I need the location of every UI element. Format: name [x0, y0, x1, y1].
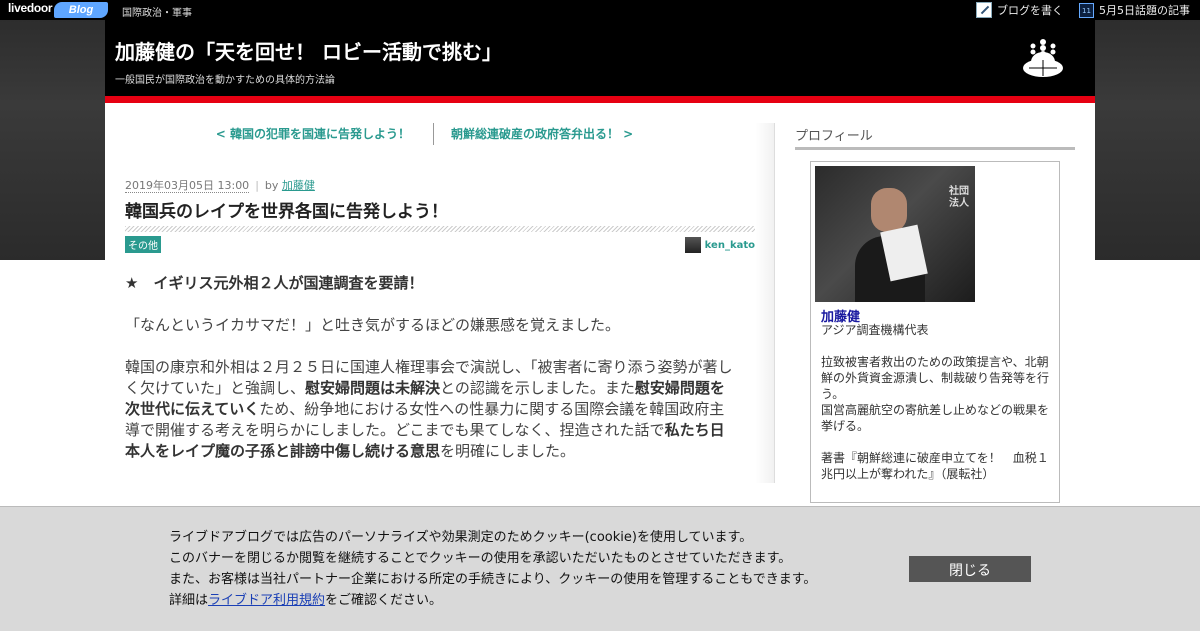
prev-article-link[interactable]: < 韓国の犯罪を国連に告発しよう！ — [216, 125, 410, 142]
post-paragraph-1: 「なんというイカサマだ！」と吐き気がするほどの嫌悪感を覚えました。 — [125, 316, 621, 334]
profile-bio-3: 著書『朝鮮総連に破産申立てを！ 血税１兆円以上が奪われた』（展転社） — [821, 451, 1049, 481]
pencil-icon — [976, 2, 992, 18]
trending-label: 5月5日話題の記事 — [1099, 4, 1190, 17]
blog-description: 一般国民が国際政治を動かすための具体的方法論 — [115, 75, 335, 86]
profile-box: 社団 法人 加藤健 アジア調査機構代表 拉致被害者救出のための政策提言や、北朝鮮… — [810, 161, 1060, 503]
topbar-category-link[interactable]: 国際政治・軍事 — [122, 4, 192, 19]
logo-blog-badge: Blog — [54, 2, 108, 18]
title-underline — [125, 226, 755, 232]
sidebar-profile-heading: プロフィール — [795, 129, 873, 144]
profile-bio-1: 拉致被害者救出のための政策提言や、北朝鮮の外貨資金源潰し、制裁破り告発等を行う。 — [821, 355, 1050, 401]
blog-header: 加藤健の「天を回せ！ ロビー活動で挑む」 一般国民が国際政治を動かすための具体的… — [105, 20, 1095, 96]
profile-text: アジア調査機構代表 拉致被害者救出のための政策提言や、北朝鮮の外貨資金源潰し、制… — [821, 322, 1049, 482]
post-author-link[interactable]: 加藤健 — [282, 179, 315, 192]
column-divider — [774, 123, 775, 483]
post-by: by — [264, 179, 279, 192]
next-article-link[interactable]: 朝鮮総連破産の政府答弁出る！ > — [451, 125, 633, 142]
post-title[interactable]: 韓国兵のレイプを世界各国に告発しよう！ — [125, 197, 448, 222]
author-badge[interactable]: ken_kato — [684, 237, 755, 253]
post-meta: 2019年03月05日 13:00 | by 加藤健 — [125, 179, 315, 193]
terms-link[interactable]: ライブドア利用規約 — [208, 593, 325, 608]
author-thumbnail — [684, 237, 701, 253]
cookie-banner: ライブドアブログでは広告のパーソナライズや効果測定のためクッキー(cookie)… — [0, 506, 1200, 631]
post-paragraph-2: 韓国の康京和外相は２月２５日に国連人権理事会で演説し、「被害者に寄り添う姿勢が著… — [125, 358, 733, 460]
header-red-bar — [105, 96, 1095, 103]
logo-livedoor-text: livedoor — [8, 1, 53, 15]
photo-sign-text: 社団 法人 — [949, 186, 969, 209]
cookie-line-2: このバナーを閉じるか閲覧を継続することでクッキーの使用を承認いただいたものとさせ… — [169, 551, 792, 566]
blog-title[interactable]: 加藤健の「天を回せ！ ロビー活動で挑む」 — [115, 36, 502, 65]
post-body: ★ イギリス元外相２人が国連調査を要請！ 「なんというイカサマだ！」と吐き気がす… — [125, 273, 737, 483]
trending-articles-link[interactable]: 11 5月5日話題の記事 — [1079, 2, 1190, 18]
post-heading: ★ イギリス元外相２人が国連調査を要請！ — [125, 274, 424, 292]
profile-photo[interactable]: 社団 法人 — [815, 166, 975, 302]
calendar-icon: 11 — [1079, 2, 1094, 18]
cookie-close-button[interactable]: 閉じる — [909, 556, 1031, 582]
paulownia-crest-icon — [1023, 39, 1063, 77]
profile-bio-2: 国営高麗航空の寄航差し止めなどの戦果を挙げる。 — [821, 403, 1050, 433]
author-id: ken_kato — [704, 239, 755, 251]
article-pager: < 韓国の犯罪を国連に告発しよう！ 朝鮮総連破産の政府答弁出る！ > — [105, 123, 755, 145]
sidebar-heading-underline — [795, 147, 1075, 150]
post-date: 2019年03月05日 13:00 — [125, 179, 250, 193]
livedoor-topbar: livedoor Blog 国際政治・軍事 ブログを書く 11 5月5日話題の記… — [0, 0, 1200, 20]
cookie-line-1: ライブドアブログでは広告のパーソナライズや効果測定のためクッキー(cookie)… — [169, 530, 753, 545]
cookie-line-4: 詳細はライブドア利用規約をご確認ください。 — [169, 593, 443, 608]
pager-separator — [433, 123, 434, 145]
topbar-actions: ブログを書く 11 5月5日話題の記事 — [976, 2, 1190, 18]
column-shadow — [755, 123, 775, 483]
write-blog-link[interactable]: ブログを書く — [976, 2, 1063, 18]
cookie-text: ライブドアブログでは広告のパーソナライズや効果測定のためクッキー(cookie)… — [169, 527, 889, 611]
category-tag[interactable]: その他 — [125, 236, 161, 253]
write-blog-label: ブログを書く — [997, 4, 1063, 17]
profile-role: アジア調査機構代表 — [821, 323, 929, 337]
cookie-line-3: また、お客様は当社パートナー企業における所定の手続きにより、クッキーの使用を管理… — [169, 572, 817, 587]
